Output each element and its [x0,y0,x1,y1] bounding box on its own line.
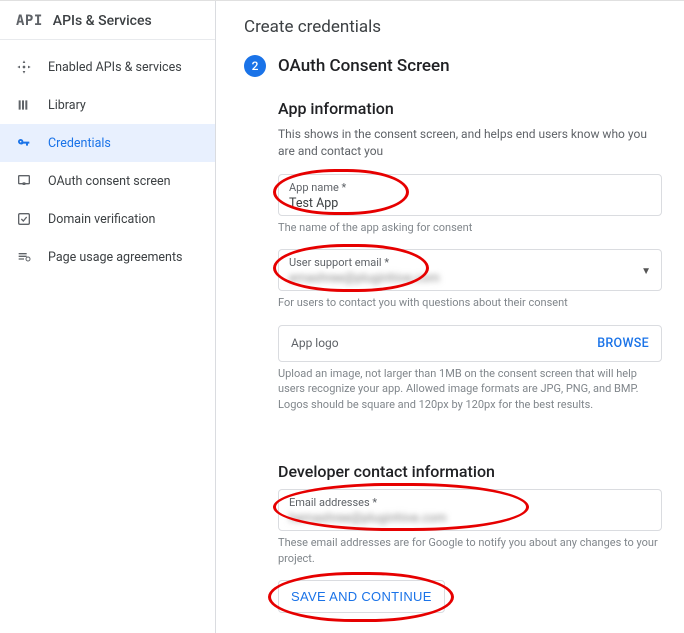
dropdown-arrow-icon: ▼ [641,266,651,277]
sidebar: API APIs & Services Enabled APIs & servi… [0,1,216,633]
app-info-desc: This shows in the consent screen, and he… [278,126,662,160]
nav-label: Domain verification [48,212,155,227]
app-logo-helper: Upload an image, not larger than 1MB on … [278,366,662,412]
save-and-continue-button[interactable]: SAVE AND CONTINUE [278,580,445,613]
nav-label: OAuth consent screen [48,174,171,189]
step-title: OAuth Consent Screen [278,56,450,76]
support-email-label: User support email * [289,256,440,269]
dev-email-value: hemashree@pluginhive.com [289,509,651,526]
sidebar-item-enabled-apis[interactable]: Enabled APIs & services [0,48,215,86]
dev-email-label: Email addresses * [289,496,651,509]
app-name-value: Test App [289,194,651,211]
dev-email-field[interactable]: Email addresses * hemashree@pluginhive.c… [278,489,662,531]
step-number-badge: 2 [244,55,266,77]
api-logo: API [16,13,43,29]
agreement-icon [14,247,34,267]
app-name-label: App name * [289,181,651,194]
page-title: Create credentials [244,17,662,37]
apis-icon [14,57,34,77]
dev-email-helper: These email addresses are for Google to … [278,535,662,566]
main-content: Create credentials 2 OAuth Consent Scree… [216,1,684,633]
app-logo-label: App logo [291,336,339,350]
dev-info-heading: Developer contact information [278,462,662,481]
browse-button[interactable]: BROWSE [597,336,649,351]
nav-label: Credentials [48,136,111,151]
sidebar-header: API APIs & Services [0,1,215,40]
consent-icon [14,171,34,191]
sidebar-item-domain-verification[interactable]: Domain verification [0,200,215,238]
nav-label: Page usage agreements [48,250,183,265]
sidebar-item-library[interactable]: Library [0,86,215,124]
library-icon [14,95,34,115]
sidebar-item-page-usage[interactable]: Page usage agreements [0,238,215,276]
app-information-section: App information This shows in the consen… [244,99,662,613]
support-email-value: emashree@pluginhive.com [289,269,440,286]
support-email-helper: For users to contact you with questions … [278,295,662,310]
support-email-field[interactable]: User support email * emashree@pluginhive… [278,249,662,291]
nav-label: Library [48,98,86,113]
sidebar-title: APIs & Services [53,13,152,29]
nav-list: Enabled APIs & services Library Credenti… [0,40,215,276]
sidebar-item-credentials[interactable]: Credentials [0,124,215,162]
key-icon [14,133,34,153]
step-header: 2 OAuth Consent Screen [244,55,662,77]
app-logo-field[interactable]: App logo BROWSE [278,325,662,362]
check-icon [14,209,34,229]
sidebar-item-oauth-consent[interactable]: OAuth consent screen [0,162,215,200]
app-name-helper: The name of the app asking for consent [278,220,662,235]
nav-label: Enabled APIs & services [48,60,182,75]
app-info-heading: App information [278,99,662,118]
app-name-field[interactable]: App name * Test App [278,174,662,216]
